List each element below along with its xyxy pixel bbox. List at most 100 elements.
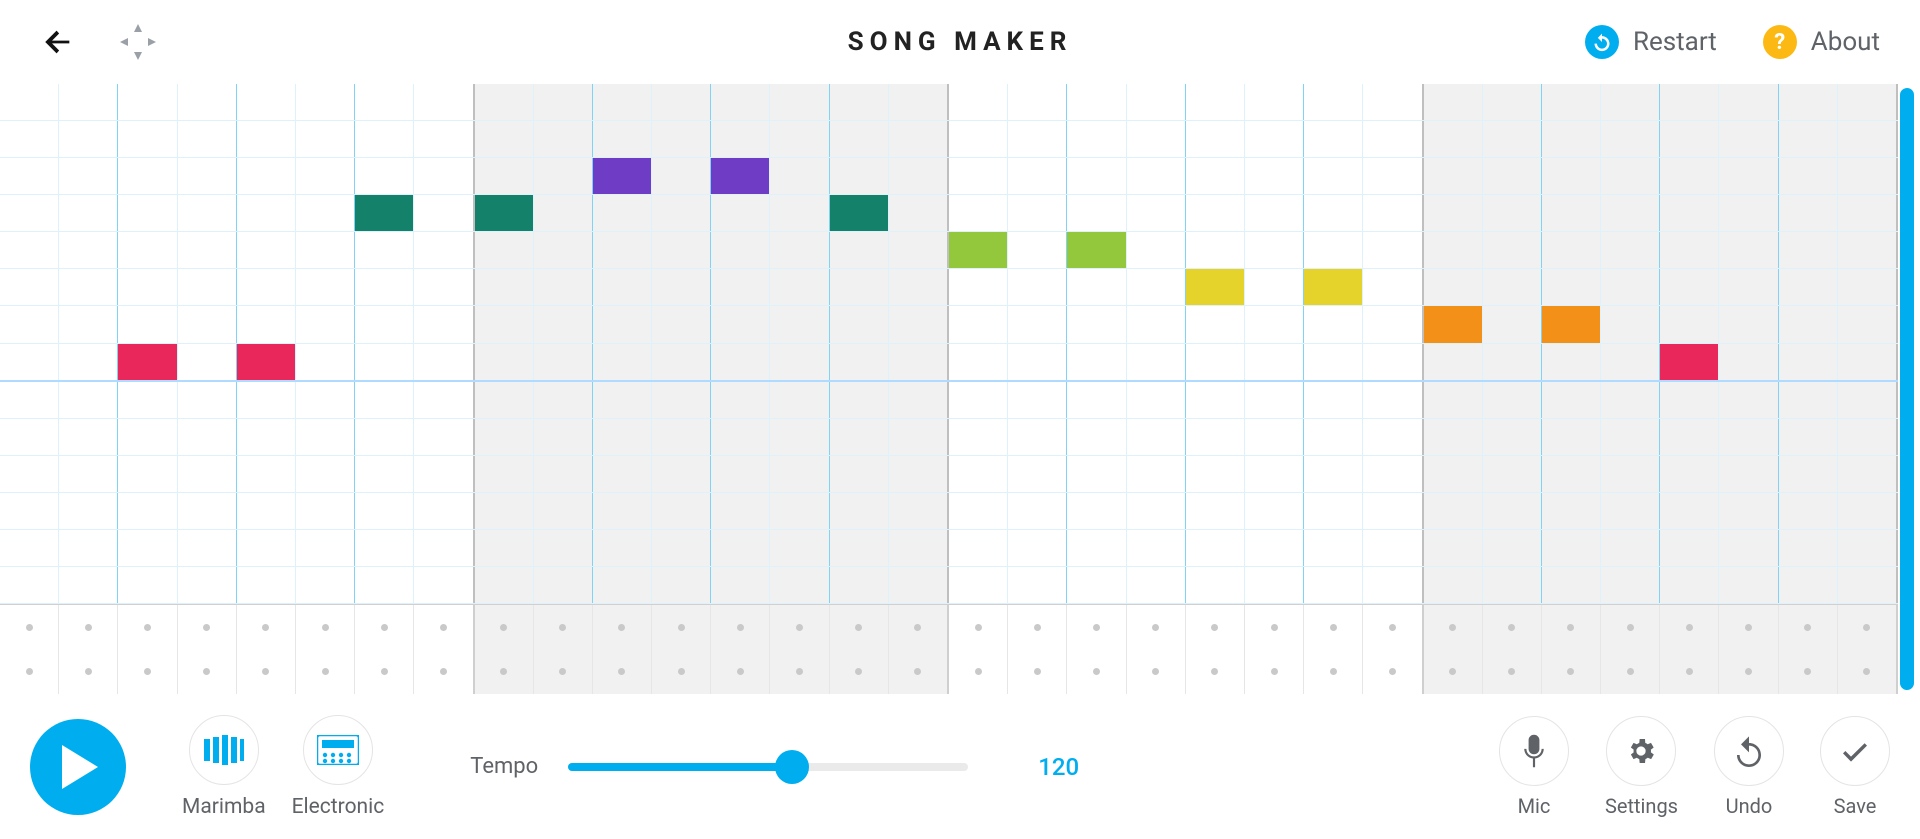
note-cell[interactable] <box>178 195 237 231</box>
note-cell[interactable] <box>770 158 829 194</box>
note-cell[interactable] <box>1304 530 1363 566</box>
note-cell[interactable] <box>118 232 177 268</box>
note-cell[interactable] <box>475 306 534 342</box>
note-cell[interactable] <box>949 121 1008 157</box>
note-cell[interactable] <box>949 530 1008 566</box>
note-cell[interactable] <box>1483 84 1542 120</box>
beat-cell[interactable] <box>355 650 414 695</box>
beat-cell[interactable] <box>711 605 770 650</box>
note-cell[interactable] <box>1779 567 1838 603</box>
note-cell[interactable] <box>1719 121 1778 157</box>
note-cell[interactable] <box>1779 493 1838 529</box>
note-cell[interactable] <box>296 121 355 157</box>
note-cell[interactable] <box>296 232 355 268</box>
note-cell[interactable] <box>1304 84 1363 120</box>
note-cell[interactable] <box>652 158 711 194</box>
save-button[interactable]: Save <box>1820 716 1890 818</box>
note-cell[interactable] <box>889 232 949 268</box>
note-cell[interactable] <box>770 530 829 566</box>
note-cell[interactable] <box>1838 530 1898 566</box>
note-cell[interactable] <box>1186 493 1245 529</box>
note-cell[interactable] <box>1008 232 1067 268</box>
note-cell[interactable] <box>296 195 355 231</box>
note-cell[interactable] <box>1186 382 1245 418</box>
note-cell[interactable] <box>1542 493 1601 529</box>
beat-cell[interactable] <box>1363 650 1423 695</box>
note-cell[interactable] <box>1186 419 1245 455</box>
note-cell[interactable] <box>534 493 593 529</box>
note-cell[interactable] <box>1008 195 1067 231</box>
note-cell[interactable] <box>830 567 889 603</box>
note-cell[interactable] <box>889 567 949 603</box>
beat-cell[interactable] <box>1363 605 1423 650</box>
note-cell[interactable] <box>59 567 118 603</box>
note-cell[interactable] <box>118 530 177 566</box>
note-cell[interactable] <box>59 195 118 231</box>
note-cell[interactable] <box>59 344 118 380</box>
note-cell[interactable] <box>118 306 177 342</box>
note-cell[interactable] <box>59 84 118 120</box>
note-cell[interactable] <box>830 121 889 157</box>
note-cell[interactable] <box>118 419 177 455</box>
note[interactable] <box>830 195 888 231</box>
note-cell[interactable] <box>1127 84 1186 120</box>
note-cell[interactable] <box>1838 269 1898 305</box>
note-cell[interactable] <box>830 530 889 566</box>
note-cell[interactable] <box>0 84 59 120</box>
note-cell[interactable] <box>355 419 414 455</box>
note-cell[interactable] <box>1542 530 1601 566</box>
beat-cell[interactable] <box>1483 650 1542 695</box>
note-cell[interactable] <box>534 306 593 342</box>
note-cell[interactable] <box>593 158 652 194</box>
note-cell[interactable] <box>1127 567 1186 603</box>
note-cell[interactable] <box>475 344 534 380</box>
note-cell[interactable] <box>593 530 652 566</box>
note-cell[interactable] <box>593 232 652 268</box>
vertical-scroll-handle[interactable] <box>1900 88 1914 690</box>
note-cell[interactable] <box>475 419 534 455</box>
note-cell[interactable] <box>1424 269 1483 305</box>
note-cell[interactable] <box>1067 567 1126 603</box>
note-cell[interactable] <box>1304 456 1363 492</box>
note-cell[interactable] <box>1304 158 1363 194</box>
note-cell[interactable] <box>770 195 829 231</box>
note-cell[interactable] <box>1601 456 1660 492</box>
note-cell[interactable] <box>1363 232 1423 268</box>
beat-cell[interactable] <box>1601 605 1660 650</box>
note-cell[interactable] <box>830 232 889 268</box>
note-cell[interactable] <box>652 567 711 603</box>
note-cell[interactable] <box>770 232 829 268</box>
note-cell[interactable] <box>1067 232 1126 268</box>
beat-cell[interactable] <box>118 605 177 650</box>
note-cell[interactable] <box>355 306 414 342</box>
note-cell[interactable] <box>652 456 711 492</box>
note-cell[interactable] <box>1660 84 1719 120</box>
note-cell[interactable] <box>475 232 534 268</box>
note-cell[interactable] <box>1304 269 1363 305</box>
beat-cell[interactable] <box>1542 605 1601 650</box>
note-cell[interactable] <box>1424 306 1483 342</box>
note-cell[interactable] <box>1008 493 1067 529</box>
note-cell[interactable] <box>1245 121 1304 157</box>
note-cell[interactable] <box>1008 269 1067 305</box>
note-cell[interactable] <box>652 382 711 418</box>
beat-cell[interactable] <box>0 650 59 695</box>
note-cell[interactable] <box>1601 232 1660 268</box>
note-cell[interactable] <box>118 158 177 194</box>
note-cell[interactable] <box>1779 382 1838 418</box>
beat-cell[interactable] <box>59 605 118 650</box>
note-cell[interactable] <box>1542 306 1601 342</box>
beat-cell[interactable] <box>1008 605 1067 650</box>
note-cell[interactable] <box>0 419 59 455</box>
note-cell[interactable] <box>1719 567 1778 603</box>
note-cell[interactable] <box>1483 493 1542 529</box>
beat-cell[interactable] <box>652 650 711 695</box>
note-cell[interactable] <box>178 530 237 566</box>
note-cell[interactable] <box>1601 493 1660 529</box>
beat-cell[interactable] <box>1008 650 1067 695</box>
note-cell[interactable] <box>1779 419 1838 455</box>
note-cell[interactable] <box>237 567 296 603</box>
note-cell[interactable] <box>0 493 59 529</box>
note-cell[interactable] <box>1483 567 1542 603</box>
note-cell[interactable] <box>296 382 355 418</box>
